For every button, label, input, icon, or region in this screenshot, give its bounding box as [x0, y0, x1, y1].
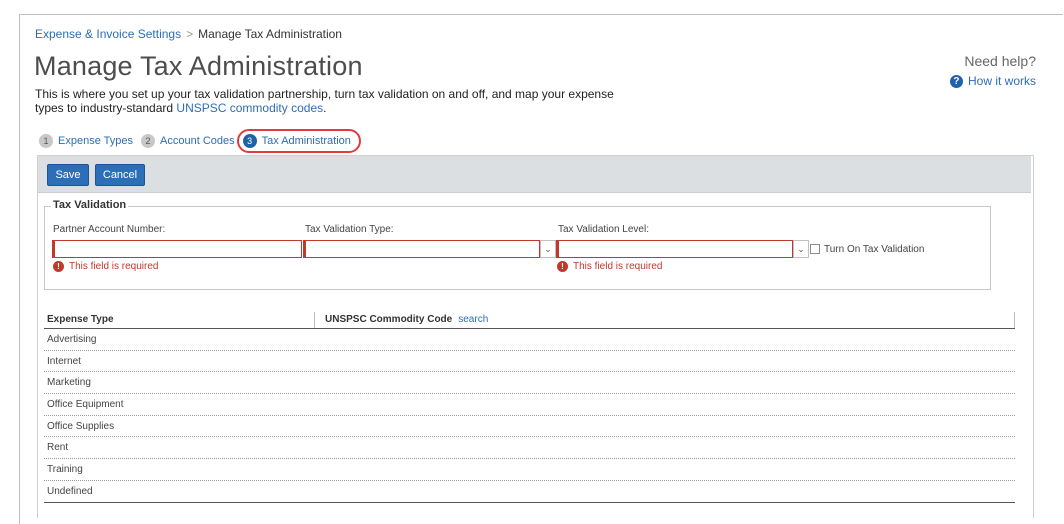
expense-type-table: Expense Type UNSPSC Commodity Code search… [44, 312, 1015, 503]
error-icon: ! [53, 261, 64, 272]
chevron-down-icon[interactable]: ⌄ [793, 240, 809, 258]
unspsc-header: UNSPSC Commodity Code search [314, 312, 488, 328]
table-row[interactable]: Marketing [44, 372, 1015, 395]
partner-account-label: Partner Account Number: [53, 224, 166, 235]
cancel-button[interactable]: Cancel [95, 164, 145, 186]
table-row[interactable]: Training [44, 459, 1015, 481]
save-button[interactable]: Save [47, 164, 89, 186]
table-row[interactable]: Office Supplies [44, 416, 1015, 438]
page-description: This is where you set up your tax valida… [35, 87, 615, 115]
tax-validation-level-error: ! This field is required [557, 261, 662, 272]
table-header: Expense Type UNSPSC Commodity Code search [44, 312, 1015, 329]
help-title: Need help? [964, 53, 1036, 69]
header-divider [1014, 312, 1015, 328]
table-row[interactable]: Internet [44, 351, 1015, 373]
error-icon: ! [557, 261, 568, 272]
unspsc-header-label: UNSPSC Commodity Code [325, 314, 453, 325]
description-end: . [323, 101, 327, 115]
error-text: This field is required [573, 261, 663, 272]
error-text: This field is required [69, 261, 159, 272]
expense-type-header: Expense Type [47, 314, 114, 325]
tab-label: Account Codes [160, 135, 235, 147]
breadcrumb: Expense & Invoice Settings > Manage Tax Ad… [35, 27, 342, 41]
page-title: Manage Tax Administration [34, 51, 363, 81]
search-link[interactable]: search [458, 314, 488, 325]
chevron-down-icon[interactable]: ⌄ [540, 240, 556, 258]
question-circle-icon: ? [949, 74, 963, 88]
partner-account-error: ! This field is required [53, 261, 158, 272]
tab-account-codes[interactable]: 2 Account Codes [141, 134, 235, 148]
breadcrumb-separator: > [186, 27, 194, 41]
unspsc-commodity-codes-link[interactable]: UNSPSC commodity codes [176, 101, 323, 115]
table-row[interactable]: Advertising [44, 329, 1015, 351]
tax-validation-level-select[interactable] [556, 240, 793, 258]
tax-validation-type-select[interactable] [303, 240, 540, 258]
partner-account-number-input[interactable] [52, 240, 302, 258]
tax-validation-legend: Tax Validation [51, 199, 129, 211]
table-row[interactable]: Rent [44, 437, 1015, 460]
step-number-badge: 3 [242, 134, 257, 148]
tax-validation-type-label: Tax Validation Type: [305, 224, 394, 235]
toolbar [38, 156, 1031, 193]
tax-validation-level-label: Tax Validation Level: [558, 224, 649, 235]
tab-label: Tax Administration [261, 135, 351, 147]
tab-expense-types[interactable]: 1 Expense Types [39, 134, 133, 148]
turn-on-tax-validation-label: Turn On Tax Validation [824, 244, 925, 255]
breadcrumb-parent-link[interactable]: Expense & Invoice Settings [35, 27, 181, 41]
breadcrumb-current: Manage Tax Administration [198, 27, 342, 41]
step-number-badge: 1 [39, 134, 53, 148]
step-tabs: 1 Expense Types 2 Account Codes 3 Tax Ad… [39, 129, 369, 153]
table-row[interactable]: Undefined [44, 481, 1015, 503]
tab-tax-administration[interactable]: 3 Tax Administration [236, 129, 361, 153]
table-row[interactable]: Office Equipment [44, 394, 1015, 416]
tab-label: Expense Types [58, 135, 134, 147]
how-it-works-label: How it works [967, 74, 1036, 88]
how-it-works-link[interactable]: ? How it works [949, 74, 1036, 88]
step-number-badge: 2 [141, 134, 156, 148]
turn-on-tax-validation-checkbox[interactable] [810, 244, 820, 254]
